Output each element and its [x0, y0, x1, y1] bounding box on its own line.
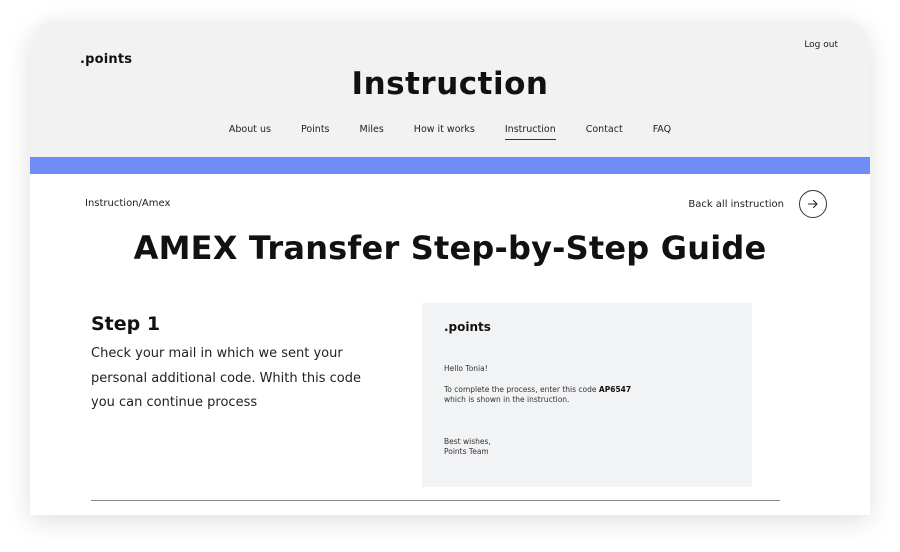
nav-item-about-us[interactable]: About us: [229, 124, 271, 139]
email-body-prefix: To complete the process, enter this code: [444, 385, 599, 394]
email-body: To complete the process, enter this code…: [444, 385, 631, 405]
page-heading: Instruction: [351, 66, 549, 102]
arrow-right-icon[interactable]: [799, 190, 827, 218]
site-header: .points Log out Instruction About us Poi…: [30, 20, 870, 157]
email-signoff: Best wishes, Points Team: [444, 437, 491, 457]
logout-link[interactable]: Log out: [804, 40, 838, 50]
site-logo[interactable]: .points: [80, 52, 132, 67]
email-body-suffix: which is shown in the instruction.: [444, 395, 570, 404]
breadcrumb[interactable]: Instruction/Amex: [85, 198, 170, 209]
email-preview-card: .points Hello Tonia! To complete the pro…: [422, 303, 752, 487]
email-code: AP6547: [598, 385, 632, 394]
section-divider: [91, 500, 780, 501]
email-signoff-line2: Points Team: [444, 447, 489, 456]
email-logo: .points: [444, 320, 491, 334]
nav-item-how-it-works[interactable]: How it works: [414, 124, 475, 139]
email-signoff-line1: Best wishes,: [444, 437, 491, 446]
nav-item-contact[interactable]: Contact: [586, 124, 623, 139]
guide-title: AMEX Transfer Step-by-Step Guide: [133, 229, 767, 267]
browser-window: .points Log out Instruction About us Poi…: [30, 20, 870, 515]
back-all-instruction-link[interactable]: Back all instruction: [688, 190, 827, 218]
step-description: Check your mail in which we sent your pe…: [91, 346, 361, 410]
nav-item-instruction[interactable]: Instruction: [504, 124, 556, 140]
email-greeting: Hello Tonia!: [444, 364, 488, 373]
nav-item-miles[interactable]: Miles: [360, 124, 384, 139]
nav-item-faq[interactable]: FAQ: [653, 124, 671, 139]
step-title: Step 1: [91, 313, 161, 335]
main-nav: About us Points Miles How it works Instr…: [30, 124, 870, 140]
nav-item-points[interactable]: Points: [301, 124, 330, 139]
back-link-label: Back all instruction: [688, 198, 784, 210]
accent-bar: [30, 157, 870, 174]
